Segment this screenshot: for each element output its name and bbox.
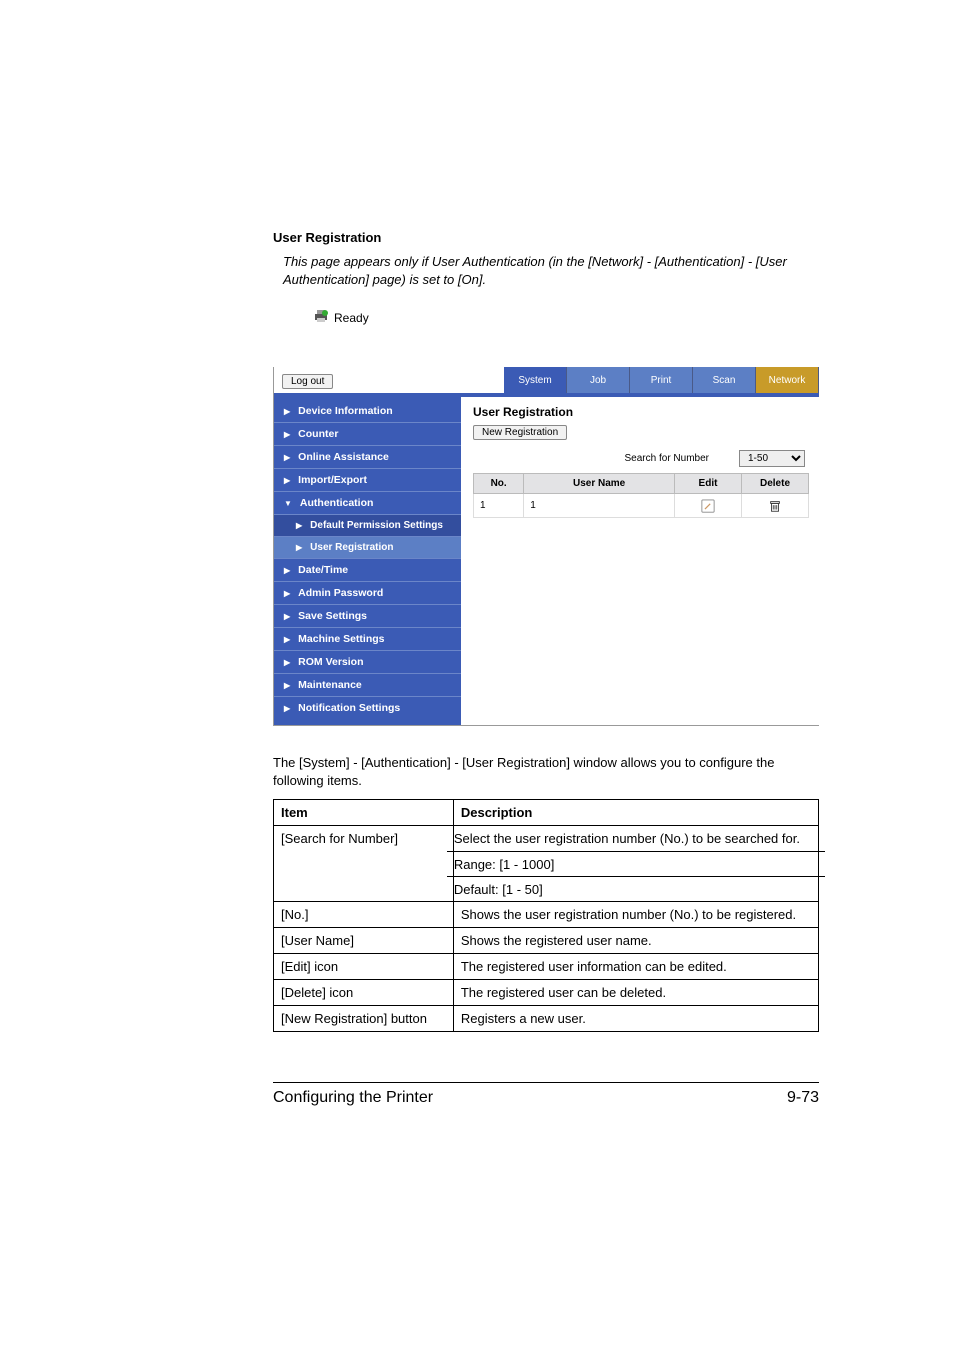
sidebar-item-device-information[interactable]: Device Information — [274, 400, 461, 422]
sidebar: Device Information Counter Online Assist… — [274, 397, 461, 725]
intro-paragraph: The [System] - [Authentication] - [User … — [273, 754, 819, 789]
search-for-number-select[interactable]: 1-50 — [739, 450, 805, 467]
user-table: No. User Name Edit Delete 1 1 — [473, 473, 809, 518]
search-for-number-label: Search for Number — [625, 453, 709, 464]
status-text: Ready — [334, 311, 369, 325]
cell-item: [Edit] icon — [274, 954, 454, 980]
sidebar-item-notification-settings[interactable]: Notification Settings — [274, 696, 461, 719]
sidebar-sub-default-permission[interactable]: Default Permission Settings — [274, 514, 461, 536]
table-row: [No.] Shows the user registration number… — [274, 902, 819, 928]
cell-item: [Delete] icon — [274, 980, 454, 1006]
cell-desc: Select the user registration number (No.… — [453, 826, 818, 902]
sidebar-sub-user-registration[interactable]: User Registration — [274, 536, 461, 558]
tab-network[interactable]: Network — [756, 367, 819, 393]
sidebar-item-date-time[interactable]: Date/Time — [274, 558, 461, 581]
tab-bar: System Job Print Scan Network — [504, 367, 819, 393]
table-row: 1 1 — [474, 494, 809, 518]
cell-desc: The registered user can be deleted. — [453, 980, 818, 1006]
header-description: Description — [453, 800, 818, 826]
table-row: [Search for Number] Select the user regi… — [274, 826, 819, 902]
col-no: No. — [474, 474, 524, 494]
content-title: User Registration — [473, 405, 809, 419]
embedded-screenshot: Log out System Job Print Scan Network De… — [273, 367, 819, 726]
printer-icon — [313, 308, 329, 327]
cell-item: [No.] — [274, 902, 454, 928]
sidebar-item-rom-version[interactable]: ROM Version — [274, 650, 461, 673]
sidebar-item-online-assistance[interactable]: Online Assistance — [274, 445, 461, 468]
cell-desc: Registers a new user. — [453, 1006, 818, 1032]
col-edit: Edit — [675, 474, 742, 494]
sidebar-item-maintenance[interactable]: Maintenance — [274, 673, 461, 696]
sidebar-item-counter[interactable]: Counter — [274, 422, 461, 445]
col-user-name: User Name — [524, 474, 675, 494]
cell-item: [New Registration] button — [274, 1006, 454, 1032]
table-row: [New Registration] button Registers a ne… — [274, 1006, 819, 1032]
table-row: [Edit] icon The registered user informat… — [274, 954, 819, 980]
cell-item: [Search for Number] — [274, 826, 454, 902]
logout-button[interactable]: Log out — [282, 374, 333, 389]
cell-no: 1 — [474, 494, 524, 518]
trash-icon[interactable] — [748, 499, 802, 513]
cell-desc: The registered user information can be e… — [453, 954, 818, 980]
header-item: Item — [274, 800, 454, 826]
description-table: Item Description [Search for Number] Sel… — [273, 799, 819, 1032]
sidebar-item-authentication[interactable]: Authentication — [274, 491, 461, 514]
cell-user: 1 — [524, 494, 675, 518]
printer-status: Ready — [273, 308, 819, 327]
tab-print[interactable]: Print — [630, 367, 693, 393]
content-pane: User Registration New Registration Searc… — [461, 397, 819, 725]
page-footer: Configuring the Printer 9-73 — [273, 1082, 819, 1107]
sidebar-item-admin-password[interactable]: Admin Password — [274, 581, 461, 604]
note-block: This page appears only if User Authentic… — [273, 253, 819, 288]
sidebar-item-save-settings[interactable]: Save Settings — [274, 604, 461, 627]
tab-scan[interactable]: Scan — [693, 367, 756, 393]
tab-job[interactable]: Job — [567, 367, 630, 393]
table-row: [Delete] icon The registered user can be… — [274, 980, 819, 1006]
footer-right: 9-73 — [787, 1089, 819, 1107]
cell-desc: Shows the registered user name. — [453, 928, 818, 954]
section-heading: User Registration — [273, 230, 819, 245]
cell-desc: Shows the user registration number (No.)… — [453, 902, 818, 928]
new-registration-button[interactable]: New Registration — [473, 425, 567, 440]
col-delete: Delete — [742, 474, 809, 494]
tab-system[interactable]: System — [504, 367, 567, 393]
note-text: This page appears only if User Authentic… — [283, 253, 819, 288]
cell-item: [User Name] — [274, 928, 454, 954]
table-row: [User Name] Shows the registered user na… — [274, 928, 819, 954]
sidebar-item-import-export[interactable]: Import/Export — [274, 468, 461, 491]
footer-left: Configuring the Printer — [273, 1089, 433, 1107]
edit-icon[interactable] — [681, 499, 735, 513]
sidebar-item-machine-settings[interactable]: Machine Settings — [274, 627, 461, 650]
